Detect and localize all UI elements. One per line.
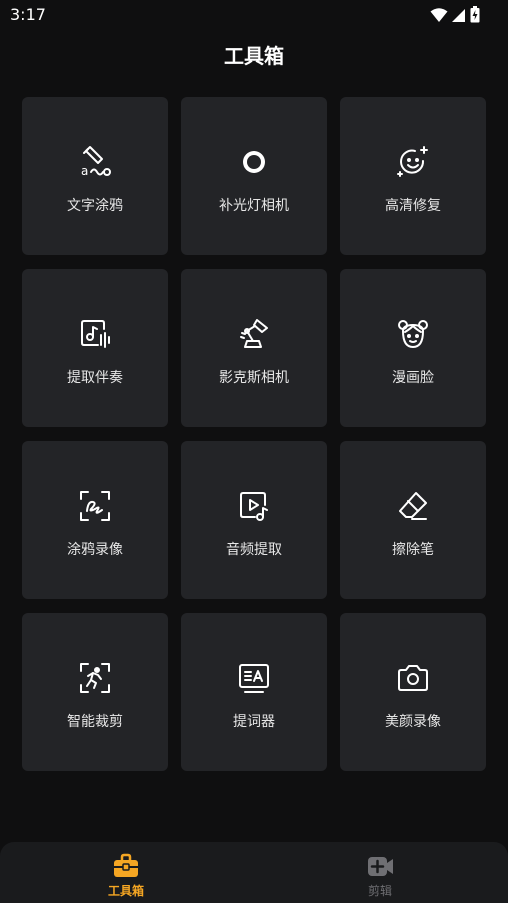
signal-icon bbox=[452, 8, 465, 22]
tools-grid: a 文字涂鸦 补光灯相机 高清修复 提取伴奏 影克斯相机 漫画脸 涂鸦录像 音频… bbox=[22, 97, 486, 771]
smart-crop-icon bbox=[78, 661, 112, 695]
tool-comic-face[interactable]: 漫画脸 bbox=[340, 269, 486, 427]
teleprompter-icon bbox=[237, 661, 271, 695]
tool-label: 提词器 bbox=[233, 714, 275, 730]
audio-extract-icon bbox=[237, 489, 271, 523]
tool-fill-light-camera[interactable]: 补光灯相机 bbox=[181, 97, 327, 255]
wifi-icon bbox=[430, 7, 448, 22]
status-time: 3:17 bbox=[10, 5, 46, 24]
tool-smart-crop[interactable]: 智能裁剪 bbox=[22, 613, 168, 771]
desk-lamp-icon bbox=[237, 317, 271, 351]
hd-repair-icon bbox=[396, 145, 430, 179]
text-doodle-icon: a bbox=[78, 145, 112, 179]
tool-label: 音频提取 bbox=[226, 542, 282, 558]
tool-label: 智能裁剪 bbox=[67, 714, 123, 730]
tool-hd-repair[interactable]: 高清修复 bbox=[340, 97, 486, 255]
tool-label: 美颜录像 bbox=[385, 714, 441, 730]
status-bar: 3:17 bbox=[0, 0, 508, 30]
tool-label: 提取伴奏 bbox=[67, 370, 123, 386]
tool-desk-lamp-camera[interactable]: 影克斯相机 bbox=[181, 269, 327, 427]
tool-label: 影克斯相机 bbox=[219, 370, 289, 386]
fill-light-icon bbox=[237, 145, 271, 179]
extract-accompaniment-icon bbox=[78, 317, 112, 351]
tool-label: 高清修复 bbox=[385, 198, 441, 214]
tool-audio-extract[interactable]: 音频提取 bbox=[181, 441, 327, 599]
svg-text:a: a bbox=[81, 164, 88, 178]
camera-icon bbox=[396, 661, 430, 695]
tool-label: 文字涂鸦 bbox=[67, 198, 123, 214]
battery-icon bbox=[470, 6, 480, 23]
tool-teleprompter[interactable]: 提词器 bbox=[181, 613, 327, 771]
tool-label: 补光灯相机 bbox=[219, 198, 289, 214]
nav-tab-edit[interactable]: 剪辑 bbox=[340, 852, 420, 899]
tool-doodle-record[interactable]: 涂鸦录像 bbox=[22, 441, 168, 599]
toolbox-icon bbox=[114, 853, 138, 877]
eraser-icon bbox=[396, 489, 430, 523]
doodle-record-icon bbox=[78, 489, 112, 523]
bottom-nav: 工具箱 剪辑 bbox=[0, 842, 508, 903]
nav-label: 剪辑 bbox=[367, 884, 392, 898]
comic-face-icon bbox=[396, 317, 430, 351]
tool-label: 漫画脸 bbox=[392, 370, 434, 386]
status-icons bbox=[430, 6, 480, 23]
tool-eraser-pen[interactable]: 擦除笔 bbox=[340, 441, 486, 599]
nav-tab-toolbox[interactable]: 工具箱 bbox=[86, 852, 166, 899]
tool-text-doodle[interactable]: a 文字涂鸦 bbox=[22, 97, 168, 255]
tool-beauty-record[interactable]: 美颜录像 bbox=[340, 613, 486, 771]
nav-label: 工具箱 bbox=[107, 884, 144, 898]
video-edit-icon bbox=[368, 857, 393, 876]
tool-extract-accompaniment[interactable]: 提取伴奏 bbox=[22, 269, 168, 427]
tool-label: 擦除笔 bbox=[392, 542, 434, 558]
page-title: 工具箱 bbox=[224, 44, 284, 68]
tool-label: 涂鸦录像 bbox=[67, 542, 123, 558]
